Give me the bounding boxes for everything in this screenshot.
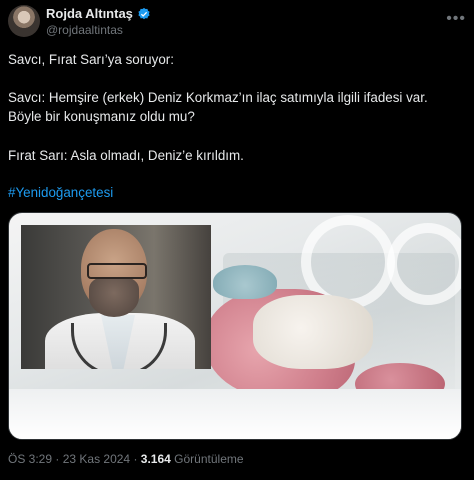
tweet-media-image[interactable] [8, 212, 462, 440]
tweet-line-1: Savcı, Fırat Sarı’ya soruyor: [8, 52, 174, 67]
baby-cap [213, 265, 277, 299]
verified-badge-icon [138, 7, 150, 19]
views-label: Görüntüleme [174, 452, 244, 466]
tweet-time[interactable]: ÖS 3:29 [8, 452, 52, 466]
author-name-row: Rojda Altıntaş [46, 6, 151, 21]
stethoscope [71, 323, 167, 369]
doctor-glasses [87, 263, 147, 279]
tweet-line-3: Fırat Sarı: Asla olmadı, Deniz’e kırıldı… [8, 148, 244, 163]
tweet-meta: ÖS 3:29 · 23 Kas 2024 · 3.164 Görüntülem… [8, 452, 244, 466]
author-name[interactable]: Rojda Altıntaş [46, 6, 133, 21]
baby-diaper [253, 295, 373, 369]
doctor-beard [89, 277, 139, 317]
blanket [9, 389, 461, 439]
tweet-header: Rojda Altıntaş @rojdaaltintas ••• [8, 4, 466, 40]
author-handle[interactable]: @rojdaaltintas [46, 23, 123, 37]
hashtag-link[interactable]: #Yenidoğançetesi [8, 183, 113, 202]
tweet-line-2: Savcı: Hemşire (erkek) Deniz Korkmaz’ın … [8, 90, 428, 124]
more-dots-icon[interactable]: ••• [446, 10, 466, 28]
meta-separator: · [133, 452, 138, 466]
doctor-portrait-inset [21, 225, 211, 369]
incubator-porthole [387, 223, 461, 305]
views-count: 3.164 [140, 452, 171, 466]
meta-separator: · [55, 452, 60, 466]
tweet-date[interactable]: 23 Kas 2024 [63, 452, 130, 466]
avatar[interactable] [8, 5, 40, 37]
